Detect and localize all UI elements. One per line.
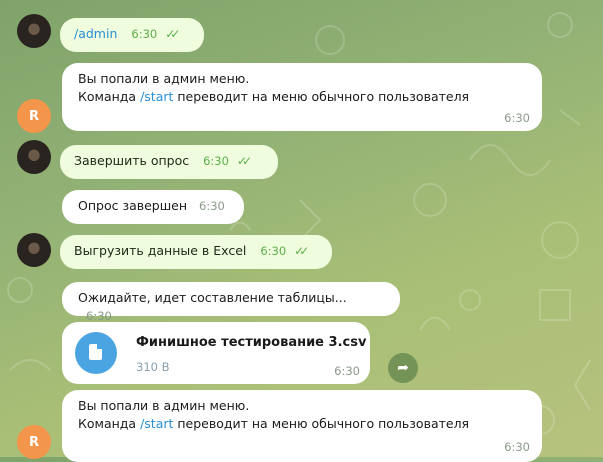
admin-avatar[interactable] bbox=[17, 233, 51, 267]
message-poll-finished: Опрос завершен 6:30 bbox=[62, 190, 244, 224]
message-line-1: Вы попали в админ меню. bbox=[78, 398, 250, 413]
message-finish-poll: Завершить опрос 6:30 ✓✓ bbox=[60, 145, 278, 179]
message-line-2: Команда /start переводит на меню обычног… bbox=[78, 89, 470, 104]
file-name[interactable]: Финишное тестирование 3.csv bbox=[136, 334, 366, 352]
message-time: 6:30 bbox=[203, 154, 229, 168]
message-admin-command: /admin 6:30 ✓✓ bbox=[60, 18, 204, 52]
double-check-icon: ✓✓ bbox=[165, 27, 180, 41]
message-wait: Ожидайте, идет составление таблицы... 6:… bbox=[62, 282, 400, 323]
file-icon[interactable] bbox=[75, 332, 117, 374]
message-text: Ожидайте, идет составление таблицы... bbox=[78, 290, 347, 305]
admin-avatar[interactable] bbox=[17, 14, 51, 48]
double-check-icon: ✓✓ bbox=[294, 244, 309, 258]
message-time: 6:30 bbox=[504, 440, 530, 454]
share-icon[interactable]: ➦ bbox=[388, 353, 418, 383]
double-check-icon: ✓✓ bbox=[236, 154, 252, 168]
message-time: 6:30 bbox=[86, 309, 112, 323]
message-line-2: Команда /start переводит на меню обычног… bbox=[78, 416, 470, 431]
message-file[interactable]: Финишное тестирование 3.csv 310 B 6:30 bbox=[62, 322, 370, 384]
bot-avatar[interactable]: R bbox=[17, 425, 51, 459]
start-command-link[interactable]: /start bbox=[140, 416, 173, 431]
message-line-1: Вы попали в админ меню. bbox=[78, 71, 250, 86]
start-command-link[interactable]: /start bbox=[140, 89, 173, 104]
admin-avatar[interactable] bbox=[17, 140, 51, 174]
message-time: 6:30 bbox=[260, 244, 287, 258]
bot-avatar[interactable]: R bbox=[17, 99, 51, 133]
message-admin-menu: Вы попали в админ меню. Команда /start п… bbox=[62, 63, 542, 131]
message-admin-menu-2: Вы попали в админ меню. Команда /start п… bbox=[62, 390, 542, 462]
file-size: 310 B bbox=[136, 360, 170, 374]
message-text: Завершить опрос bbox=[74, 153, 190, 168]
message-time: 6:30 bbox=[504, 111, 530, 125]
message-time: 6:30 bbox=[199, 199, 225, 213]
message-time: 6:30 bbox=[334, 364, 360, 378]
message-time: 6:30 bbox=[131, 27, 158, 41]
command-text[interactable]: /admin bbox=[74, 26, 117, 41]
message-text: Опрос завершен bbox=[78, 198, 188, 213]
message-export-excel: Выгрузить данные в Excel 6:30 ✓✓ bbox=[60, 235, 332, 269]
message-text: Выгрузить данные в Excel bbox=[74, 243, 247, 258]
